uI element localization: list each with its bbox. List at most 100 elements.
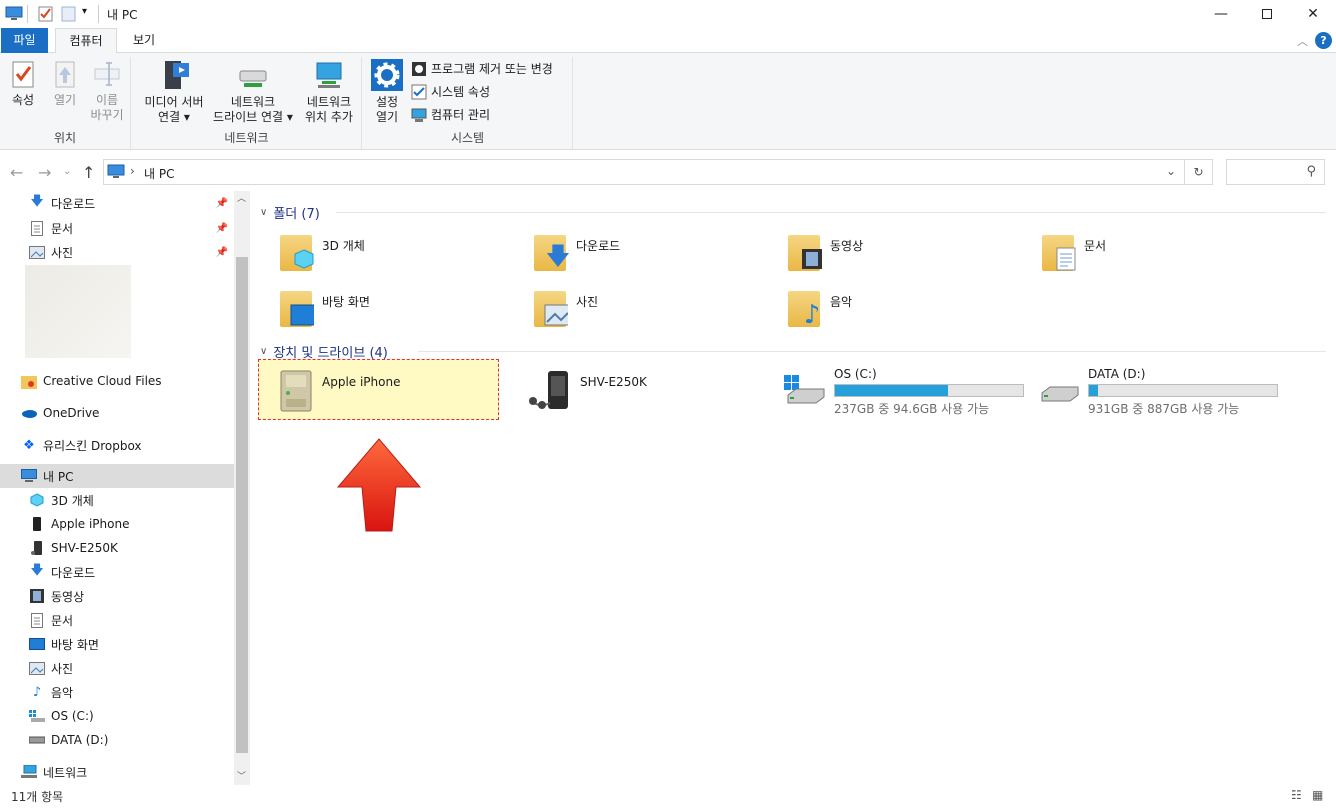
nav-label: 동영상	[51, 589, 85, 604]
nav-label: 다운로드	[51, 196, 96, 211]
folder-pictures[interactable]: 사진	[534, 287, 598, 327]
drive-os-c[interactable]: OS (C:) 237GB 중 94.6GB 사용 가능	[782, 367, 1024, 417]
nav-pc-apple-iphone[interactable]: Apple iPhone	[0, 512, 234, 536]
address-path[interactable]: 내 PC	[144, 165, 174, 182]
folder-downloads[interactable]: 🡇 다운로드	[534, 231, 620, 271]
nav-this-pc[interactable]: 내 PC	[0, 464, 234, 488]
nav-network[interactable]: 네트워크	[0, 760, 234, 784]
tile-label: DATA (D:)	[1088, 367, 1146, 381]
nav-dropbox[interactable]: ❖ 유리스킨 Dropbox	[0, 433, 234, 457]
nav-pc-os-c[interactable]: OS (C:)	[0, 704, 234, 728]
refresh-button[interactable]: ↻	[1185, 159, 1213, 185]
search-input[interactable]: ⚲	[1226, 159, 1325, 185]
add-network-location-icon	[316, 62, 342, 88]
nav-label: 3D 개체	[51, 493, 94, 508]
pin-icon[interactable]: 📌	[216, 247, 228, 258]
rename-label-1: 이름	[95, 93, 119, 107]
item-count: 11개 항목	[11, 790, 64, 804]
quick-access-downloads[interactable]: 🡇 다운로드 📌	[0, 191, 234, 215]
scroll-down-icon[interactable]: ﹀	[237, 769, 246, 782]
properties-button[interactable]: 속성	[6, 59, 40, 108]
tile-label: 다운로드	[576, 239, 621, 253]
forward-icon[interactable]: →	[38, 163, 51, 182]
drive-data-d[interactable]: DATA (D:) 931GB 중 887GB 사용 가능	[1036, 367, 1278, 417]
this-pc-address-icon	[107, 164, 125, 178]
open-button[interactable]: 열기	[48, 59, 82, 108]
nav-pc-shv-e250k[interactable]: SHV-E250K	[0, 536, 234, 560]
open-settings-button[interactable]: 설정 열기	[369, 59, 405, 125]
folder-videos[interactable]: 동영상	[788, 231, 863, 271]
rename-icon	[94, 62, 120, 86]
media-server-icon	[165, 61, 189, 89]
quick-access-pictures[interactable]: 사진 📌	[0, 240, 234, 264]
nav-label: OneDrive	[43, 406, 100, 420]
rename-button[interactable]: 이름 바꾸기	[86, 59, 128, 123]
map-drive-button[interactable]: 네트워크 드라이브 연결 ▾	[210, 59, 296, 125]
customize-quick-access-icon[interactable]: ▾	[82, 6, 87, 17]
music-folder-icon: ♪	[788, 287, 822, 330]
group-location-label: 위치	[53, 131, 77, 145]
nav-label: Creative Cloud Files	[43, 374, 162, 388]
section-collapse-icon: ∨	[260, 346, 268, 357]
recent-locations-icon[interactable]: ⌄	[63, 166, 71, 177]
onedrive-cloud-icon	[21, 405, 37, 421]
new-folder-quick-icon[interactable]	[61, 6, 76, 22]
pin-icon[interactable]: 📌	[216, 198, 228, 209]
properties-icon	[12, 61, 34, 88]
nav-pc-pictures[interactable]: 사진	[0, 656, 234, 680]
nav-pc-documents[interactable]: 문서	[0, 608, 234, 632]
large-icons-view-icon[interactable]: ▦	[1312, 788, 1323, 802]
folder-3d-objects[interactable]: 3D 개체	[280, 231, 365, 271]
minimize-button[interactable]: —	[1198, 0, 1244, 28]
pin-icon[interactable]: 📌	[216, 223, 228, 234]
nav-pc-desktop[interactable]: 바탕 화면	[0, 632, 234, 656]
device-apple-iphone[interactable]: Apple iPhone	[278, 369, 400, 413]
media-player-icon	[29, 540, 45, 556]
nav-pc-videos[interactable]: 동영상	[0, 584, 234, 608]
close-button[interactable]: ✕	[1290, 0, 1336, 28]
properties-quick-icon[interactable]	[38, 6, 53, 22]
nav-pc-music[interactable]: ♪ 음악	[0, 680, 234, 704]
device-shv-e250k[interactable]: SHV-E250K	[528, 369, 647, 413]
system-properties-button[interactable]: 시스템 속성	[411, 82, 490, 102]
help-icon[interactable]: ?	[1315, 32, 1332, 49]
nav-label: 사진	[51, 661, 74, 676]
computer-management-button[interactable]: 컴퓨터 관리	[411, 105, 490, 125]
settings-label-2: 열기	[375, 110, 399, 124]
uninstall-icon	[412, 62, 426, 76]
folder-music[interactable]: ♪ 음악	[788, 287, 852, 330]
scroll-up-icon[interactable]: ︿	[237, 191, 246, 204]
tab-file[interactable]: 파일	[1, 28, 48, 53]
tab-view[interactable]: 보기	[122, 28, 166, 53]
nav-pc-data-d[interactable]: DATA (D:)	[0, 728, 234, 752]
nav-label: 내 PC	[43, 469, 74, 484]
uninstall-program-button[interactable]: 프로그램 제거 또는 변경	[411, 59, 553, 79]
maximize-button[interactable]	[1244, 0, 1290, 28]
group-system-label: 시스템	[450, 131, 485, 145]
portable-device-icon	[280, 370, 312, 412]
breadcrumb-separator-icon[interactable]: ›	[130, 164, 135, 178]
up-icon[interactable]: ↑	[82, 163, 95, 182]
nav-onedrive[interactable]: OneDrive	[0, 401, 234, 425]
tab-computer[interactable]: 컴퓨터	[55, 28, 117, 54]
map-drive-label-1: 네트워크	[230, 95, 276, 109]
open-icon	[55, 61, 75, 88]
back-icon[interactable]: ←	[10, 163, 23, 182]
details-view-icon[interactable]: ☷	[1291, 788, 1302, 802]
nav-pc-3d-objects[interactable]: 3D 개체	[0, 488, 234, 512]
address-bar[interactable]: › 내 PC ⌄	[103, 159, 1185, 185]
address-dropdown-icon[interactable]: ⌄	[1166, 164, 1176, 178]
folder-documents[interactable]: 문서	[1042, 231, 1106, 271]
collapse-ribbon-icon[interactable]: ︿	[1297, 33, 1308, 49]
tile-label: OS (C:)	[834, 367, 877, 381]
content-pane: ∨ 폴더 (7) 3D 개체 🡇 다운로드 동영상 문서 바탕 화면 사진 ♪ …	[250, 191, 1336, 785]
nav-scrollbar-thumb[interactable]	[236, 257, 248, 753]
nav-creative-cloud[interactable]: Creative Cloud Files	[0, 369, 234, 393]
add-network-location-button[interactable]: 네트워크 위치 추가	[298, 59, 360, 125]
quick-access-documents[interactable]: 문서 📌	[0, 216, 234, 240]
nav-pc-downloads[interactable]: 🡇 다운로드	[0, 560, 234, 584]
folder-desktop[interactable]: 바탕 화면	[280, 287, 370, 327]
media-server-button[interactable]: 미디어 서버 연결 ▾	[140, 59, 208, 125]
folders-section-header[interactable]: ∨ 폴더 (7)	[260, 203, 320, 222]
drive-usage-bar	[834, 384, 1024, 397]
